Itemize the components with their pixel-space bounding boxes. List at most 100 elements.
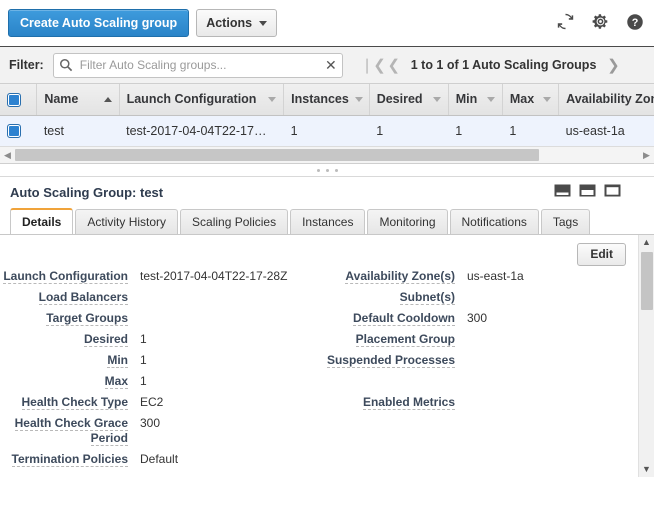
select-all-checkbox[interactable] [7,92,21,107]
field-label: Load Balancers [38,290,128,305]
tab-notifications-label: Notifications [461,215,527,229]
table-row[interactable]: test test-2017-04-04T22-17… 1 1 1 1 us-e… [0,115,654,146]
toolbar-icon-group: ? [556,12,644,34]
tab-monitoring[interactable]: Monitoring [367,209,448,234]
edit-button[interactable]: Edit [577,243,626,266]
field-health-check-type: Health Check Type EC2 [0,395,316,410]
sort-ascending-icon [103,96,112,102]
tab-details[interactable]: Details [10,208,74,234]
field-label: Availability Zone(s) [345,269,455,284]
pagination: ❘❮ ❮ 1 to 1 of 1 Auto Scaling Groups ❯ [361,56,625,74]
splitter-dot [325,168,329,172]
field-label: Default Cooldown [353,311,455,326]
field-label: Enabled Metrics [362,395,455,410]
tab-scaling-policies[interactable]: Scaling Policies [180,209,289,234]
row-select-cell[interactable] [0,115,37,146]
field-desired: Desired 1 [0,332,316,347]
svg-text:?: ? [632,17,639,29]
tab-activity-history[interactable]: Activity History [75,209,179,234]
first-page-button[interactable]: ❘❮ [361,56,386,74]
column-header-instances[interactable]: Instances [283,84,370,116]
panel-splitter-handle[interactable] [0,164,654,177]
field-value: us-east-1a [467,269,524,283]
field-enabled-metrics: Enabled Metrics [316,395,632,410]
gear-icon[interactable] [592,13,609,33]
field-launch-configuration: Launch Configuration test-2017-04-04T22-… [0,269,316,284]
detail-panel-header: Auto Scaling Group: test [0,177,654,208]
actions-button[interactable]: Actions [196,9,278,37]
cell-desired: 1 [369,115,449,146]
row-checkbox[interactable] [7,123,21,138]
field-label: Subnet(s) [399,290,455,305]
scroll-down-icon[interactable]: ▼ [639,462,654,477]
filter-label: Filter: [9,58,44,72]
top-toolbar: Create Auto Scaling group Actions ? [0,0,654,46]
field-load-balancers: Load Balancers [0,290,316,305]
chevron-down-icon [486,96,495,102]
vertical-scroll-thumb[interactable] [641,252,653,310]
column-header-launch-configuration[interactable]: Launch Configuration [119,84,285,116]
field-label: Target Groups [46,311,128,326]
details-right-column: Availability Zone(s) us-east-1a Subnet(s… [316,269,632,473]
previous-page-button[interactable]: ❮ [383,56,405,74]
field-value: 1 [140,374,147,388]
field-max: Max 1 [0,374,316,389]
horizontal-scroll-thumb[interactable] [15,149,540,161]
field-label: Health Check Type [21,395,128,410]
scroll-left-icon[interactable]: ◀ [0,148,15,162]
field-value: 300 [140,416,161,430]
column-header-desired[interactable]: Desired [369,84,449,116]
field-spacer [316,374,632,389]
field-label: Min [107,353,128,368]
field-value: 1 [140,353,147,367]
chevron-down-icon [432,96,441,102]
cell-min: 1 [448,115,503,146]
column-header-availability-zones[interactable]: Availability Zones [558,84,654,116]
tab-tags[interactable]: Tags [540,209,591,234]
chevron-down-icon [268,96,277,102]
select-all-header[interactable] [0,84,38,116]
create-auto-scaling-group-button[interactable]: Create Auto Scaling group [8,9,190,37]
layout-split-icon[interactable] [579,184,596,200]
column-header-desired-label: Desired [376,92,423,107]
cell-max: 1 [502,115,559,146]
scroll-up-icon[interactable]: ▲ [639,235,654,250]
field-min: Min 1 [0,353,316,368]
page-title: Auto Scaling Group: test [10,185,164,200]
field-target-groups: Target Groups [0,311,316,326]
tab-notifications[interactable]: Notifications [449,209,539,234]
column-header-name[interactable]: Name [36,84,120,116]
chevron-down-icon [354,96,363,102]
tab-instances[interactable]: Instances [290,209,366,234]
details-columns: Launch Configuration test-2017-04-04T22-… [0,269,654,473]
field-suspended-processes: Suspended Processes [316,353,632,368]
layout-top-icon[interactable] [604,184,621,200]
details-vertical-scrollbar[interactable]: ▲ ▼ [638,235,654,477]
scroll-right-icon[interactable]: ▶ [639,148,654,162]
tab-instances-label: Instances [302,215,354,229]
horizontal-scroll-track[interactable] [15,148,639,162]
detail-tabs: Details Activity History Scaling Policie… [0,208,654,235]
tab-tags-label: Tags [552,215,579,229]
help-icon[interactable]: ? [626,13,644,34]
next-page-button[interactable]: ❯ [602,56,624,74]
column-header-instances-label: Instances [291,92,349,107]
field-value: Default [140,452,179,466]
clear-search-icon[interactable]: ✕ [325,57,337,73]
auto-scaling-groups-table: Name Launch Configuration Instances Desi… [0,84,654,146]
column-header-max[interactable]: Max [502,84,560,116]
field-termination-policies: Termination Policies Default [0,452,316,467]
field-value: EC2 [140,395,164,409]
field-value: test-2017-04-04T22-17-28Z [140,269,288,283]
filter-bar: Filter: ✕ ❘❮ ❮ 1 to 1 of 1 Auto Scaling … [0,46,654,84]
cell-instances: 1 [283,115,370,146]
table-horizontal-scrollbar[interactable]: ◀ ▶ [0,146,654,164]
layout-bottom-icon[interactable] [554,184,571,200]
field-default-cooldown: Default Cooldown 300 [316,311,632,326]
column-header-min[interactable]: Min [448,84,503,116]
edit-button-row: Edit [0,235,654,269]
search-input[interactable] [52,52,343,78]
chevron-down-icon [259,20,268,26]
field-placement-group: Placement Group [316,332,632,347]
refresh-icon[interactable] [556,12,575,34]
